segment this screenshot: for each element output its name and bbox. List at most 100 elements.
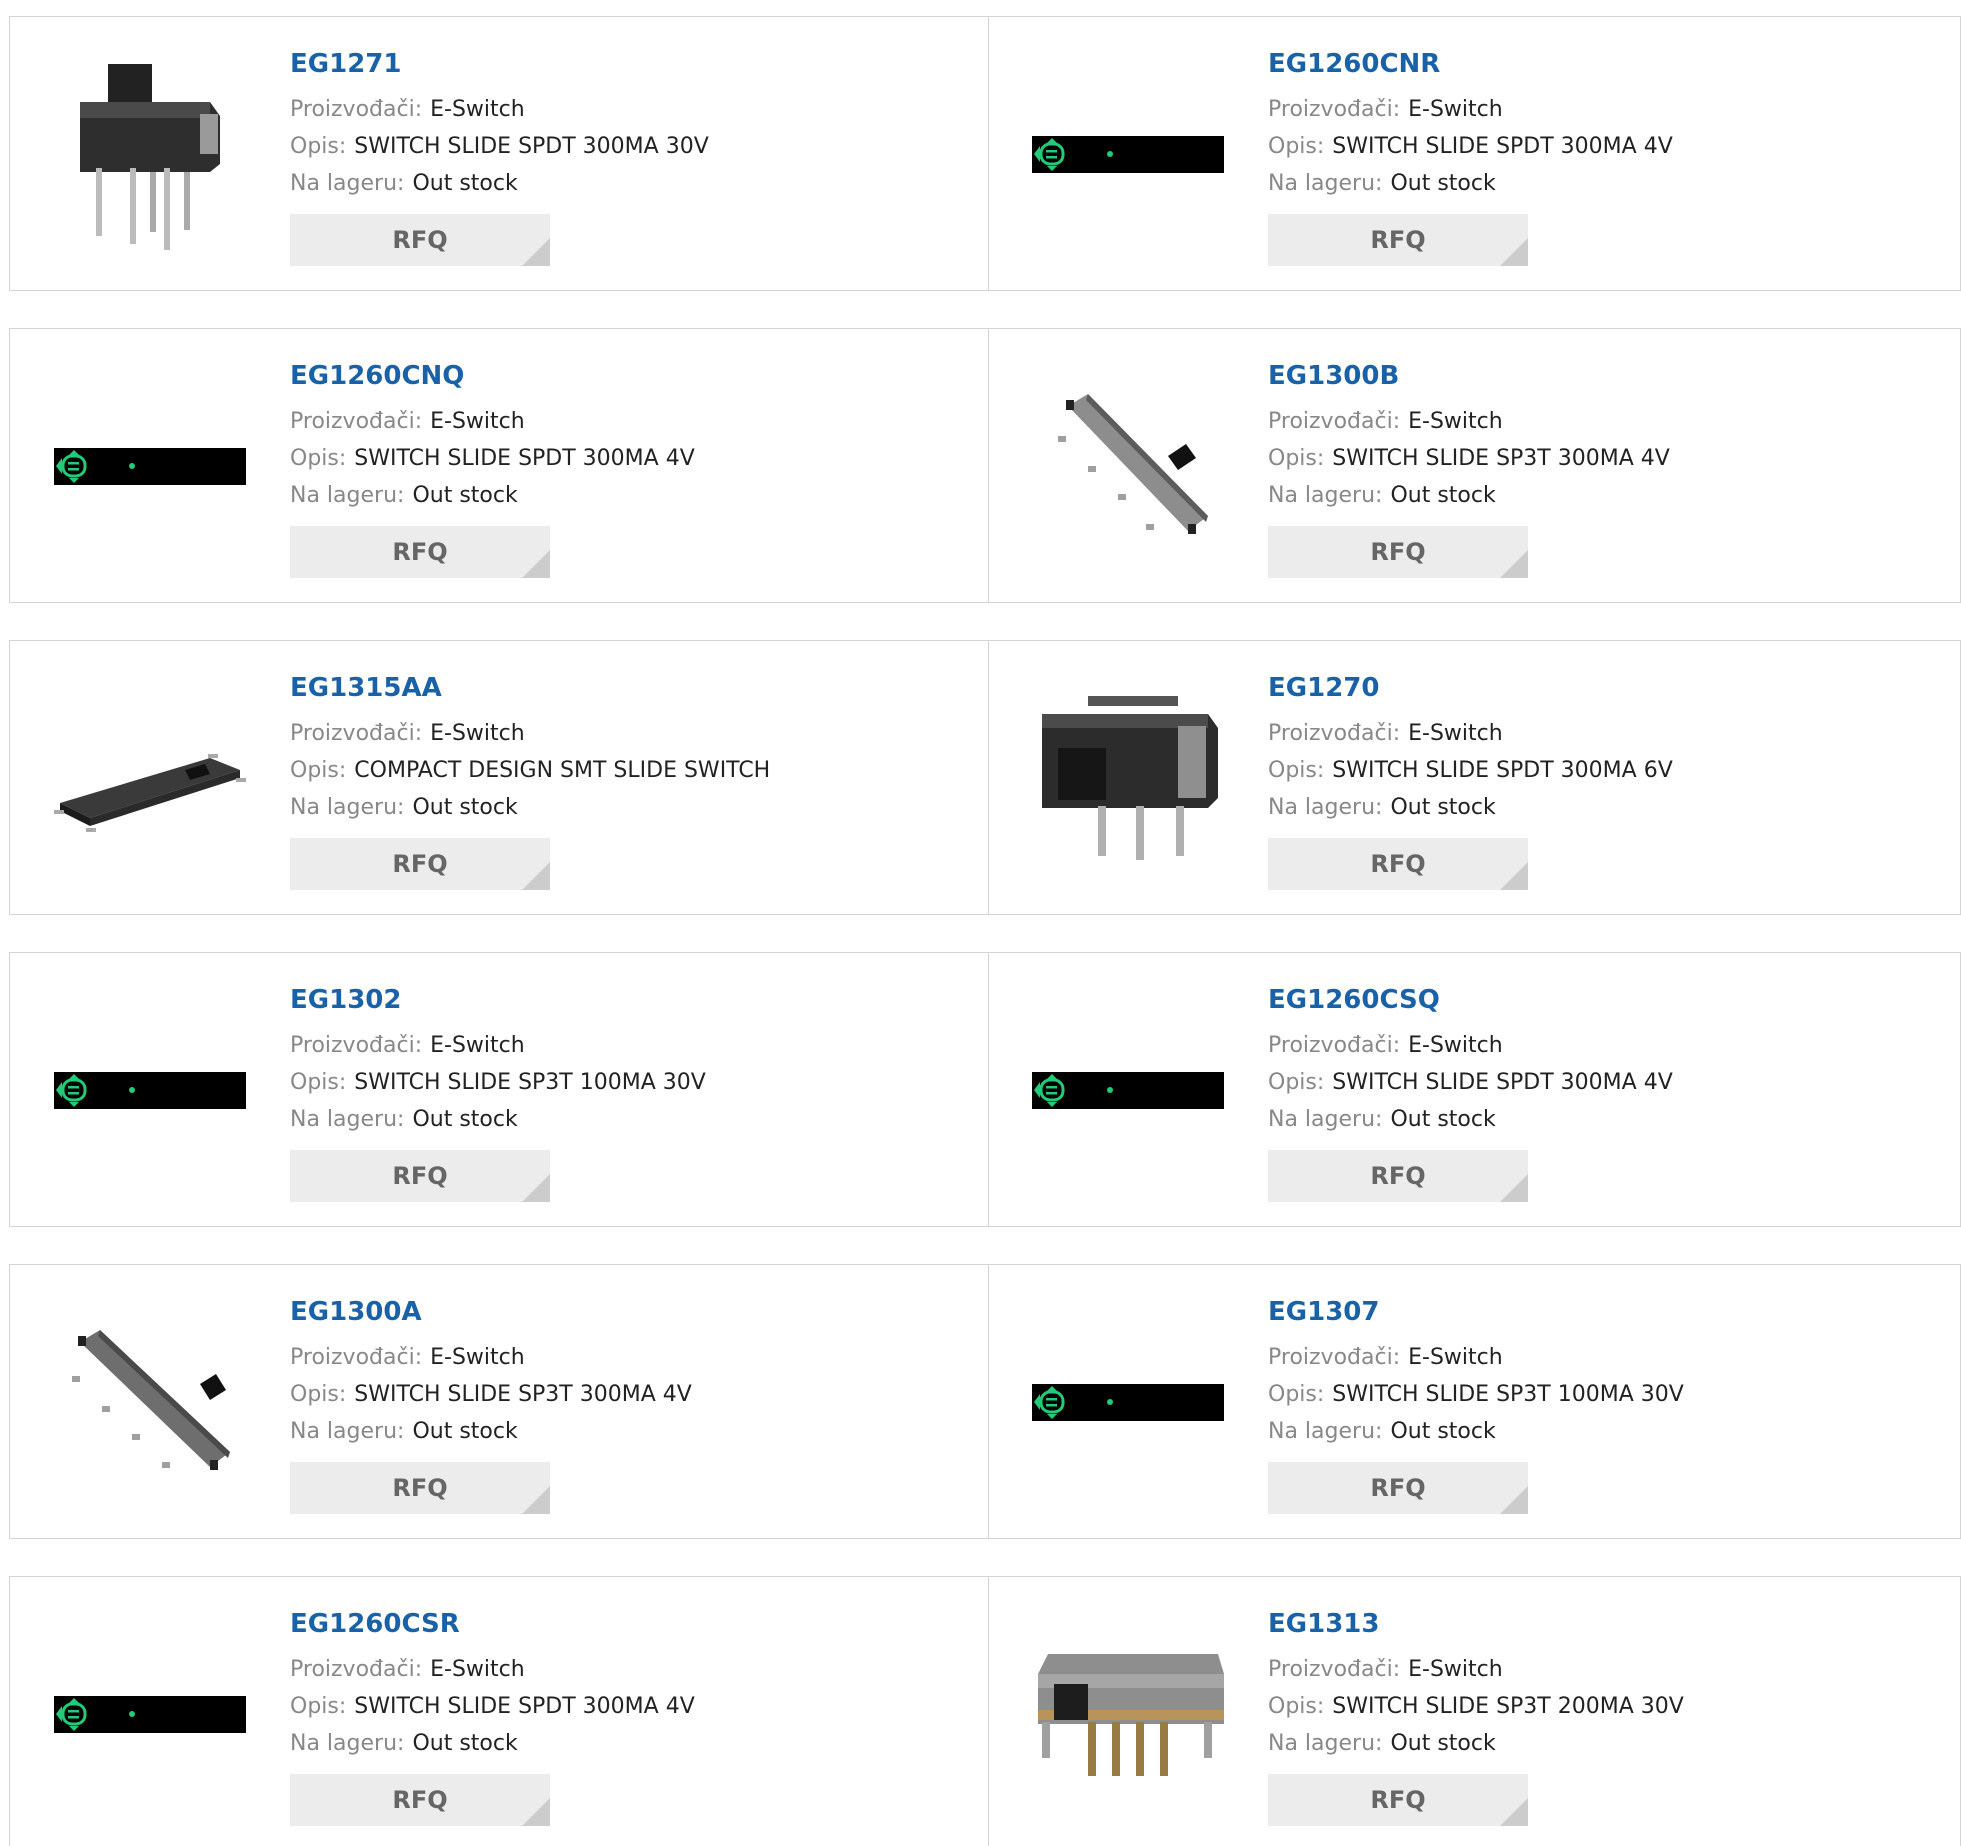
product-name-link[interactable]: EG1260CNR bbox=[1268, 47, 1673, 81]
description-label: Opis: bbox=[1268, 758, 1325, 783]
corner-triangle-icon bbox=[1500, 238, 1528, 266]
description-line: Opis: COMPACT DESIGN SMT SLIDE SWITCH bbox=[290, 752, 770, 789]
stock-value: Out stock bbox=[1390, 483, 1496, 508]
product-info: EG1260CSR Proizvođači: E-Switch Opis: SWIT… bbox=[290, 1607, 695, 1826]
stock-line: Na lageru: Out stock bbox=[1268, 477, 1670, 514]
description-line: Opis: SWITCH SLIDE SP3T 100MA 30V bbox=[1268, 1376, 1684, 1413]
stock-label: Na lageru: bbox=[1268, 483, 1383, 508]
product-image[interactable] bbox=[50, 678, 250, 878]
stock-value: Out stock bbox=[412, 1731, 518, 1756]
product-image[interactable] bbox=[1028, 990, 1228, 1190]
manufacturer-value: E-Switch bbox=[430, 721, 525, 746]
product-card: EG1313 Proizvođači: E-Switch Opis: SWITCH … bbox=[988, 1577, 1960, 1846]
rfq-button[interactable]: RFQ bbox=[290, 1462, 550, 1514]
rfq-button[interactable]: RFQ bbox=[1268, 214, 1528, 266]
rfq-button[interactable]: RFQ bbox=[1268, 526, 1528, 578]
rfq-button[interactable]: RFQ bbox=[290, 526, 550, 578]
rfq-label: RFQ bbox=[1370, 1162, 1426, 1190]
description-line: Opis: SWITCH SLIDE SPDT 300MA 30V bbox=[290, 128, 709, 165]
product-image[interactable] bbox=[1028, 54, 1228, 254]
manufacturer-value: E-Switch bbox=[1408, 1033, 1503, 1058]
product-name-link[interactable]: EG1260CSQ bbox=[1268, 983, 1673, 1017]
description-value: SWITCH SLIDE SP3T 200MA 30V bbox=[1332, 1694, 1684, 1719]
placeholder-arrows-icon bbox=[1034, 137, 1113, 171]
description-label: Opis: bbox=[290, 1694, 347, 1719]
stock-line: Na lageru: Out stock bbox=[290, 165, 709, 202]
product-image[interactable] bbox=[1028, 678, 1228, 878]
manufacturer-line: Proizvođači: E-Switch bbox=[1268, 1651, 1684, 1688]
product-image[interactable] bbox=[50, 366, 250, 566]
product-row: EG1315AA Proizvođači: E-Switch Opis: COMPA… bbox=[9, 640, 1961, 915]
description-label: Opis: bbox=[290, 758, 347, 783]
product-card: EG1300A Proizvođači: E-Switch Opis: SWITCH… bbox=[10, 1265, 989, 1538]
product-image[interactable] bbox=[1028, 1614, 1228, 1814]
image-placeholder bbox=[54, 1695, 246, 1733]
manufacturer-line: Proizvođači: E-Switch bbox=[1268, 403, 1670, 440]
rfq-button[interactable]: RFQ bbox=[290, 838, 550, 890]
product-name-link[interactable]: EG1300A bbox=[290, 1295, 692, 1329]
product-name-link[interactable]: EG1260CSR bbox=[290, 1607, 695, 1641]
manufacturer-line: Proizvođači: E-Switch bbox=[290, 91, 709, 128]
manufacturer-value: E-Switch bbox=[1408, 409, 1503, 434]
slide-switch-metal-through-hole-icon bbox=[1038, 1654, 1224, 1776]
rfq-button[interactable]: RFQ bbox=[1268, 1150, 1528, 1202]
manufacturer-value: E-Switch bbox=[430, 409, 525, 434]
stock-label: Na lageru: bbox=[290, 1419, 405, 1444]
product-name-link[interactable]: EG1302 bbox=[290, 983, 706, 1017]
manufacturer-value: E-Switch bbox=[1408, 1657, 1503, 1682]
product-image[interactable] bbox=[50, 1614, 250, 1814]
product-image[interactable] bbox=[50, 54, 250, 254]
product-info: EG1313 Proizvođači: E-Switch Opis: SWITCH … bbox=[1268, 1607, 1684, 1826]
stock-value: Out stock bbox=[412, 483, 518, 508]
rfq-button[interactable]: RFQ bbox=[290, 1150, 550, 1202]
rfq-label: RFQ bbox=[392, 850, 448, 878]
manufacturer-value: E-Switch bbox=[1408, 97, 1503, 122]
description-line: Opis: SWITCH SLIDE SP3T 100MA 30V bbox=[290, 1064, 706, 1101]
image-placeholder bbox=[1032, 1383, 1224, 1421]
stock-line: Na lageru: Out stock bbox=[290, 1101, 706, 1138]
stock-value: Out stock bbox=[1390, 171, 1496, 196]
corner-triangle-icon bbox=[1500, 550, 1528, 578]
corner-triangle-icon bbox=[1500, 1486, 1528, 1514]
image-placeholder bbox=[54, 447, 246, 485]
corner-triangle-icon bbox=[1500, 1174, 1528, 1202]
stock-line: Na lageru: Out stock bbox=[290, 1413, 692, 1450]
rfq-button[interactable]: RFQ bbox=[1268, 838, 1528, 890]
manufacturer-label: Proizvođači: bbox=[290, 1657, 423, 1682]
product-name-link[interactable]: EG1300B bbox=[1268, 359, 1670, 393]
rfq-button[interactable]: RFQ bbox=[1268, 1462, 1528, 1514]
product-card: EG1307 Proizvođači: E-Switch Opis: SWITCH … bbox=[988, 1265, 1960, 1538]
description-label: Opis: bbox=[290, 1070, 347, 1095]
product-card: EG1300B Proizvođači: E-Switch Opis: SWITCH… bbox=[988, 329, 1960, 602]
manufacturer-label: Proizvođači: bbox=[1268, 97, 1401, 122]
product-image[interactable] bbox=[1028, 366, 1228, 566]
description-value: SWITCH SLIDE SP3T 100MA 30V bbox=[1332, 1382, 1684, 1407]
manufacturer-label: Proizvođači: bbox=[1268, 1657, 1401, 1682]
product-image[interactable] bbox=[50, 990, 250, 1190]
product-card: EG1260CSR Proizvođači: E-Switch Opis: SWIT… bbox=[10, 1577, 989, 1846]
rfq-button[interactable]: RFQ bbox=[290, 214, 550, 266]
product-image[interactable] bbox=[50, 1302, 250, 1502]
product-name-link[interactable]: EG1315AA bbox=[290, 671, 770, 705]
product-image[interactable] bbox=[1028, 1302, 1228, 1502]
product-info: EG1271 Proizvođači: E-Switch Opis: SWITCH … bbox=[290, 47, 709, 266]
description-line: Opis: SWITCH SLIDE SP3T 300MA 4V bbox=[1268, 440, 1670, 477]
product-name-link[interactable]: EG1270 bbox=[1268, 671, 1673, 705]
stock-line: Na lageru: Out stock bbox=[1268, 1725, 1684, 1762]
placeholder-arrows-icon bbox=[56, 449, 135, 483]
product-name-link[interactable]: EG1313 bbox=[1268, 1607, 1684, 1641]
rfq-button[interactable]: RFQ bbox=[290, 1774, 550, 1826]
stock-value: Out stock bbox=[1390, 1419, 1496, 1444]
manufacturer-label: Proizvođači: bbox=[1268, 1345, 1401, 1370]
stock-label: Na lageru: bbox=[1268, 1419, 1383, 1444]
stock-label: Na lageru: bbox=[1268, 1731, 1383, 1756]
slide-switch-through-hole-icon bbox=[80, 64, 220, 250]
product-name-link[interactable]: EG1260CNQ bbox=[290, 359, 695, 393]
product-name-link[interactable]: EG1307 bbox=[1268, 1295, 1684, 1329]
manufacturer-label: Proizvođači: bbox=[290, 721, 423, 746]
rfq-button[interactable]: RFQ bbox=[1268, 1774, 1528, 1826]
product-name-link[interactable]: EG1271 bbox=[290, 47, 709, 81]
description-line: Opis: SWITCH SLIDE SPDT 300MA 4V bbox=[1268, 128, 1673, 165]
product-info: EG1307 Proizvođači: E-Switch Opis: SWITCH … bbox=[1268, 1295, 1684, 1514]
product-card: EG1270 Proizvođači: E-Switch Opis: SWITCH … bbox=[988, 641, 1960, 914]
